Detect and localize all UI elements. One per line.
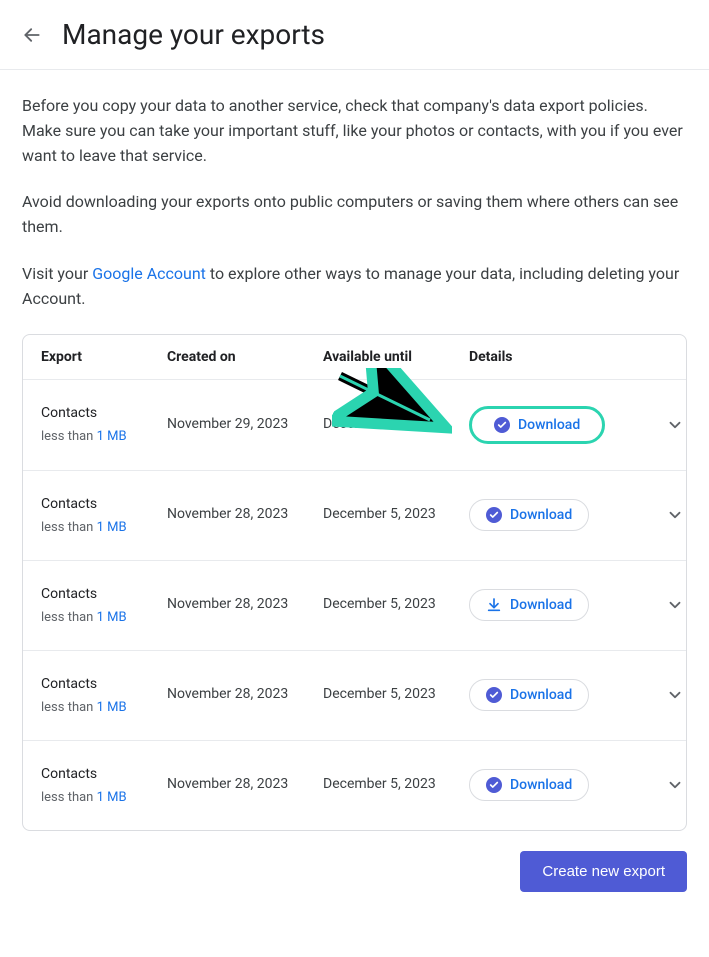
created-on: November 28, 2023	[167, 685, 317, 705]
export-name: Contacts	[41, 766, 161, 782]
col-header-details: Details	[469, 349, 649, 365]
table-row: Contacts less than 1 MB November 28, 2023 D…	[23, 470, 686, 560]
export-cell: Contacts less than 1 MB	[41, 676, 161, 715]
table-header-row: Export Created on Available until Detail…	[23, 335, 686, 380]
export-size: less than 1 MB	[41, 700, 161, 715]
details-cell: Download	[469, 589, 649, 621]
chevron-down-icon	[666, 416, 684, 434]
intro-paragraph-2: Avoid downloading your exports onto publ…	[22, 190, 687, 240]
export-name: Contacts	[41, 586, 161, 602]
expand-row-button[interactable]	[655, 506, 687, 524]
check-circle-icon	[486, 777, 502, 793]
check-circle-icon	[486, 687, 502, 703]
create-new-export-button[interactable]: Create new export	[520, 851, 687, 892]
table-row: Contacts less than 1 MB November 28, 2023 D…	[23, 560, 686, 650]
created-on: November 28, 2023	[167, 775, 317, 795]
available-until: December 5, 2023	[323, 685, 463, 705]
details-cell: Download	[469, 769, 649, 801]
export-cell: Contacts less than 1 MB	[41, 405, 161, 444]
table-row: Contacts less than 1 MB November 28, 2023 D…	[23, 650, 686, 740]
page-title: Manage your exports	[62, 18, 325, 51]
export-size: less than 1 MB	[41, 790, 161, 805]
download-button[interactable]: Download	[469, 499, 589, 531]
available-until: December 5, 2023	[323, 505, 463, 525]
export-size: less than 1 MB	[41, 429, 161, 444]
content-area: Before you copy your data to another ser…	[0, 70, 709, 922]
available-until: December 5, 2023	[323, 775, 463, 795]
export-size: less than 1 MB	[41, 520, 161, 535]
details-cell: Download	[469, 406, 649, 444]
export-name: Contacts	[41, 676, 161, 692]
details-cell: Download	[469, 679, 649, 711]
col-header-export: Export	[41, 349, 161, 365]
details-cell: Download	[469, 499, 649, 531]
chevron-down-icon	[666, 596, 684, 614]
google-account-link[interactable]: Google Account	[92, 264, 206, 283]
available-until: December 5, 2023	[323, 595, 463, 615]
download-label: Download	[510, 687, 572, 703]
download-button[interactable]: Download	[469, 589, 589, 621]
chevron-down-icon	[666, 506, 684, 524]
page-header: Manage your exports	[0, 0, 709, 70]
export-size: less than 1 MB	[41, 610, 161, 625]
check-circle-icon	[494, 417, 510, 433]
created-on: November 28, 2023	[167, 595, 317, 615]
export-name: Contacts	[41, 496, 161, 512]
download-label: Download	[518, 417, 580, 433]
export-cell: Contacts less than 1 MB	[41, 586, 161, 625]
table-row: Contacts less than 1 MB November 28, 2023 D…	[23, 740, 686, 830]
intro-p3-pre: Visit your	[22, 264, 92, 283]
created-on: November 29, 2023	[167, 415, 317, 435]
chevron-down-icon	[666, 776, 684, 794]
export-cell: Contacts less than 1 MB	[41, 766, 161, 805]
download-button[interactable]: Download	[469, 406, 605, 444]
download-label: Download	[510, 597, 572, 613]
expand-row-button[interactable]	[655, 776, 687, 794]
expand-row-button[interactable]	[655, 416, 687, 434]
exports-table: Export Created on Available until Detail…	[22, 334, 687, 831]
download-label: Download	[510, 507, 572, 523]
intro-paragraph-1: Before you copy your data to another ser…	[22, 94, 687, 168]
download-button[interactable]: Download	[469, 769, 589, 801]
intro-paragraph-3: Visit your Google Account to explore oth…	[22, 262, 687, 312]
col-header-created: Created on	[167, 349, 317, 365]
download-button[interactable]: Download	[469, 679, 589, 711]
back-arrow-icon[interactable]	[20, 23, 44, 47]
expand-row-button[interactable]	[655, 596, 687, 614]
check-circle-icon	[486, 507, 502, 523]
download-icon	[486, 597, 502, 613]
footer-actions: Create new export	[22, 851, 687, 892]
export-name: Contacts	[41, 405, 161, 421]
table-row: Contacts less than 1 MB November 29, 2023 D…	[23, 380, 686, 470]
chevron-down-icon	[666, 686, 684, 704]
available-until: December 6, 2023	[323, 415, 463, 435]
created-on: November 28, 2023	[167, 505, 317, 525]
expand-row-button[interactable]	[655, 686, 687, 704]
col-header-until: Available until	[323, 349, 463, 365]
export-cell: Contacts less than 1 MB	[41, 496, 161, 535]
download-label: Download	[510, 777, 572, 793]
